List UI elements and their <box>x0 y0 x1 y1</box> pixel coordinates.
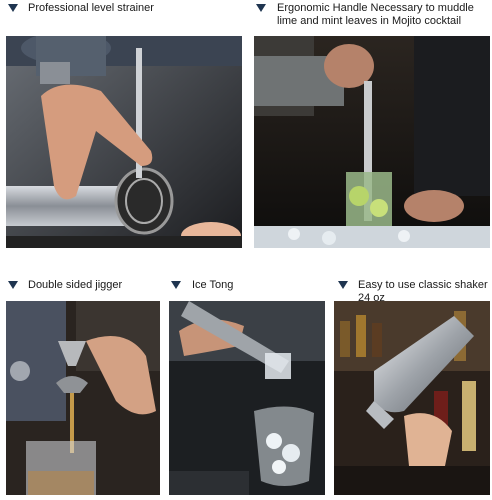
caption-strainer: Professional level strainer <box>28 2 154 14</box>
caption-muddler: Ergonomic Handle Necessary to muddle lim… <box>277 2 474 27</box>
triangle-down-icon <box>171 281 181 289</box>
triangle-down-icon <box>256 4 266 12</box>
shaker-photo <box>334 301 490 495</box>
strainer-photo <box>6 36 242 248</box>
triangle-down-icon <box>8 4 18 12</box>
jigger-photo <box>6 301 160 495</box>
triangle-down-icon <box>338 281 348 289</box>
caption-ice-tong: Ice Tong <box>192 279 234 291</box>
triangle-down-icon <box>8 281 18 289</box>
ice-tong-photo <box>169 301 325 495</box>
caption-jigger: Double sided jigger <box>28 279 123 291</box>
muddler-photo <box>254 36 490 248</box>
